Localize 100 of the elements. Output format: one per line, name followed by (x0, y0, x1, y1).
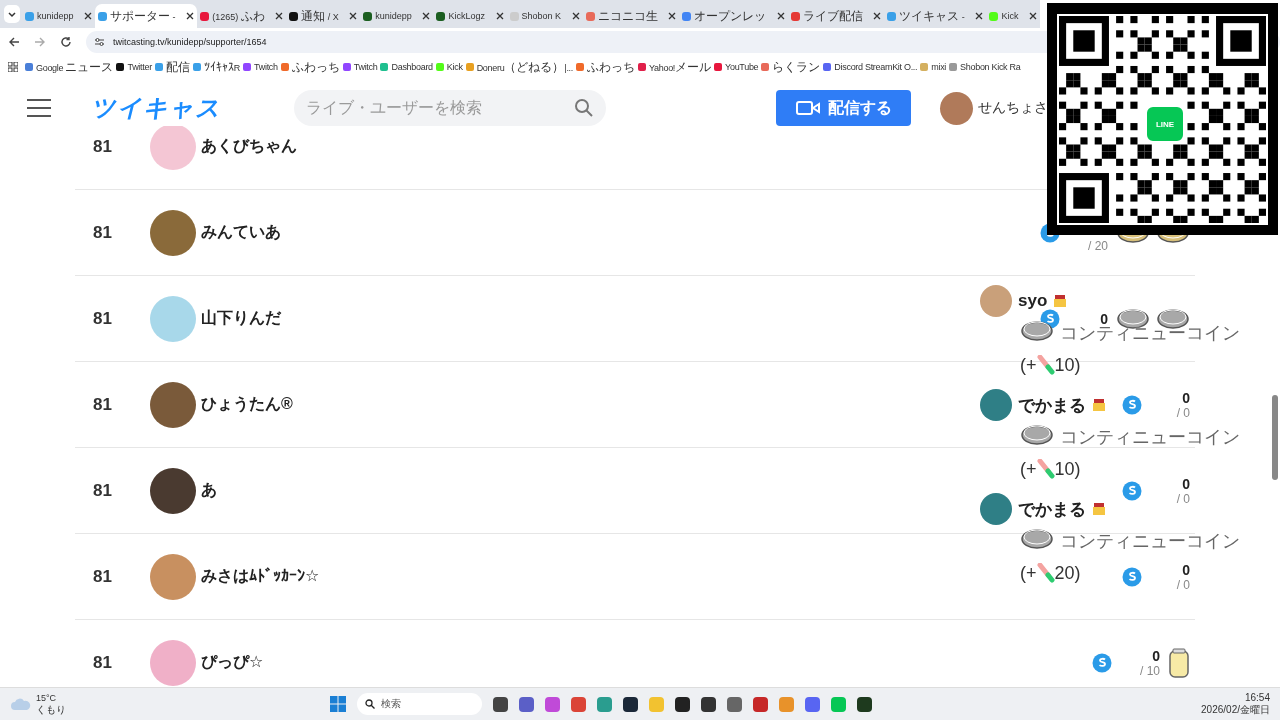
back-icon[interactable] (8, 36, 20, 48)
gift-icon (1053, 294, 1068, 308)
bookmark[interactable]: Kick (435, 62, 463, 72)
close-icon[interactable] (776, 12, 785, 20)
reload-icon[interactable] (60, 36, 72, 48)
app-icon[interactable] (857, 696, 872, 712)
commenter-name: syo (1018, 291, 1048, 311)
app-icon[interactable] (493, 696, 508, 712)
reward-prefix: (+ (1020, 354, 1037, 376)
line-logo: LINE (1144, 104, 1186, 144)
user-name[interactable]: せんちょさ (978, 99, 1048, 117)
reward-prefix: (+ (1020, 562, 1037, 584)
close-icon[interactable] (668, 12, 677, 20)
bookmark[interactable]: Yahoo!メール (638, 58, 712, 76)
close-icon[interactable] (1029, 12, 1037, 20)
rank-number: 81 (92, 652, 113, 673)
points-limit: / 0 (1176, 491, 1190, 506)
supporter-name[interactable]: ぴっぴ☆ (201, 652, 264, 673)
rank-number: 81 (92, 566, 113, 587)
close-icon[interactable] (571, 12, 580, 20)
app-icon[interactable] (701, 696, 716, 712)
close-icon[interactable] (84, 12, 93, 20)
commenter-name: でかまる (1018, 394, 1086, 417)
points-limit: / 10 (1140, 663, 1160, 678)
menu-icon[interactable] (27, 99, 51, 117)
url-text: twitcasting.tv/kunidepp/supporter/1654 (113, 37, 267, 47)
app-icon[interactable] (675, 696, 690, 712)
radish-icon (1036, 459, 1055, 479)
windows-start-icon[interactable] (330, 696, 346, 712)
points-limit: / 0 (1176, 405, 1190, 420)
browser-tab[interactable]: kunidepp (22, 4, 96, 28)
gift-name: コンティニューコイン (1060, 426, 1240, 449)
bookmark[interactable]: Shobon Kick Ra (949, 62, 1021, 72)
browser-tab[interactable]: KickLogz (433, 4, 507, 28)
close-icon[interactable] (349, 12, 358, 20)
close-icon[interactable] (275, 12, 284, 20)
supporter-name[interactable]: あくびちゃん (201, 136, 297, 157)
bookmark[interactable]: らくラン (761, 58, 821, 76)
rank-number: 81 (92, 394, 113, 415)
bookmark[interactable]: Discord StreamKit O... (823, 62, 918, 72)
coin-icon (1156, 307, 1190, 330)
bookmark[interactable]: ﾂｲｷｬｽR (192, 60, 241, 74)
points-value: 0 (1182, 561, 1190, 578)
supporter-name[interactable]: みさはﾑﾄﾞｯｶｰﾝ☆ (201, 566, 320, 587)
app-icon[interactable] (623, 696, 638, 712)
browser-tab[interactable]: Shobon K (506, 4, 583, 28)
browser-tab[interactable]: ツイキャス - (884, 4, 987, 28)
rank-number: 81 (92, 480, 113, 501)
bookmark[interactable]: 配信 (154, 58, 190, 76)
bookmark[interactable]: YouTube (714, 62, 759, 72)
supporter-name[interactable]: ひょうたん® (201, 394, 293, 415)
browser-tab[interactable]: 通知 / X (286, 4, 361, 28)
bookmark[interactable]: ふわっち (280, 58, 340, 76)
search-icon[interactable] (574, 98, 594, 118)
browser-tab[interactable]: ニコニコ生 (582, 4, 680, 28)
s-badge-icon (1122, 480, 1142, 501)
bookmark[interactable]: Twitter (116, 62, 152, 72)
coin-icon (1116, 307, 1150, 330)
gift-name: コンティニューコイン (1060, 530, 1240, 553)
browser-tab[interactable]: Kick (986, 4, 1040, 28)
bookmark[interactable]: Google ニュース (25, 58, 114, 76)
supporter-name[interactable]: 山下りんだ (201, 308, 281, 329)
browser-tab[interactable]: (1265) ふわ (197, 4, 287, 28)
scrollbar-thumb[interactable] (1272, 395, 1278, 480)
points-limit: / 0 (1176, 577, 1190, 592)
bookmark[interactable]: mixi (920, 62, 947, 72)
supporter-name[interactable]: あ (201, 480, 217, 501)
apps-grid-icon[interactable] (8, 62, 18, 72)
browser-tab[interactable]: サポーター - (95, 4, 198, 28)
cloud-icon (10, 697, 32, 711)
reward-prefix: (+ (1020, 458, 1037, 480)
rank-number: 81 (92, 136, 113, 157)
points-value: 0 (1152, 647, 1160, 664)
video-camera-icon (795, 100, 820, 116)
broadcast-button[interactable]: 配信する (776, 90, 911, 126)
reward-amount: 10) (1054, 458, 1081, 480)
rank-number: 81 (92, 222, 113, 243)
bookmark[interactable]: Dashboard (380, 62, 433, 72)
close-icon[interactable] (495, 12, 504, 20)
radish-icon (1036, 355, 1055, 375)
close-icon[interactable] (975, 12, 984, 20)
user-avatar[interactable] (940, 91, 973, 125)
reward-amount: 20) (1054, 562, 1081, 584)
supporter-name[interactable]: みんていあ (201, 222, 281, 243)
bookmark[interactable]: Twitch (342, 62, 378, 72)
close-icon[interactable] (422, 12, 431, 20)
browser-tab[interactable]: オープンレッ (679, 4, 788, 28)
close-icon[interactable] (873, 12, 882, 20)
reward-amount: 10) (1054, 354, 1081, 376)
taskbar-search[interactable]: 検索 (357, 693, 482, 715)
browser-tab[interactable]: ライブ配信 (787, 4, 885, 28)
bookmark[interactable]: Twitch (243, 62, 278, 72)
search-field[interactable]: ライブ・ユーザーを検索 (294, 90, 606, 126)
bookmark[interactable]: Doneru（どねる）|... (465, 58, 573, 76)
site-info-icon[interactable] (94, 37, 105, 47)
close-icon[interactable] (186, 12, 195, 20)
bookmark[interactable]: ふわっち (576, 58, 635, 76)
browser-tab[interactable]: kunidepp (360, 4, 434, 28)
tab-search-button[interactable] (4, 5, 20, 23)
temperature: 15°C (36, 693, 58, 704)
